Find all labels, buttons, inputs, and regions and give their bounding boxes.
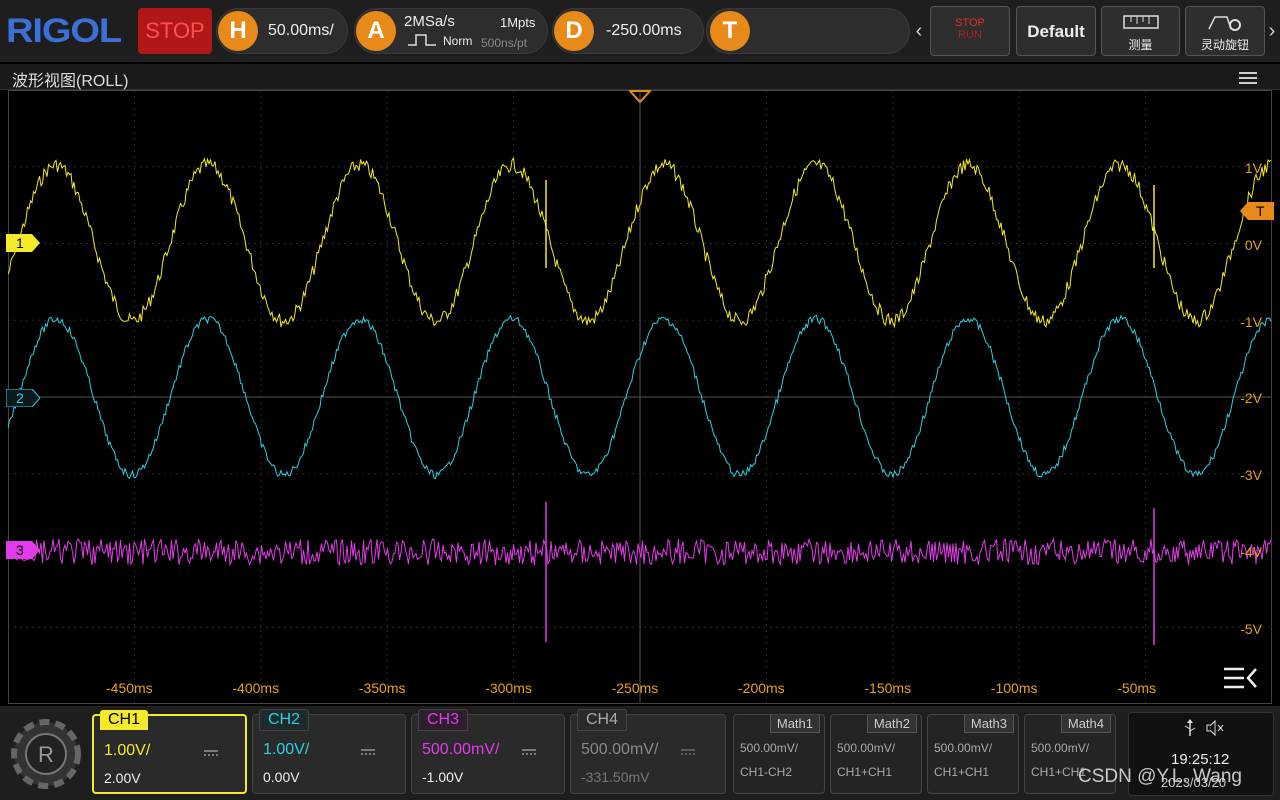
toolbar-scroll-left-icon[interactable]: ‹ <box>912 4 926 58</box>
ch2-scale: 1.00V/ <box>263 741 310 758</box>
collapse-menu-icon[interactable] <box>1222 664 1260 692</box>
math4-scale: 500.00mV/ <box>1031 741 1090 755</box>
waveform-display[interactable] <box>7 89 1273 705</box>
run-label: RUN <box>958 29 982 41</box>
delay-icon: D <box>554 11 594 51</box>
timebase-value: 50.00ms/ <box>268 22 334 39</box>
sample-interval: 500ns/pt <box>481 36 528 50</box>
x-tick-label: -100ms <box>990 680 1038 696</box>
measure-button[interactable]: 测量 <box>1101 6 1180 56</box>
x-tick-label: -250ms <box>611 680 659 696</box>
ch3-box[interactable]: CH3 500.00mV/ -1.00V <box>411 709 565 794</box>
y-tick-label: -2V <box>1240 390 1262 407</box>
memory-depth: 1Mpts <box>500 15 536 30</box>
y-tick-label: 1V <box>1244 160 1262 176</box>
rigol-logo: RIGOL <box>6 12 122 50</box>
acquire-icon: A <box>356 11 396 51</box>
home-gear-icon[interactable]: R <box>8 714 86 794</box>
ch2-coupling-icon <box>361 743 375 761</box>
math4-tab: Math4 <box>1060 715 1111 733</box>
math3-tab: Math3 <box>963 715 1014 733</box>
waveform-window-header <box>0 64 1280 90</box>
ch1-level-marker[interactable]: 1 <box>6 234 40 252</box>
math2-scale: 500.00mV/ <box>837 741 896 755</box>
y-tick-label: -4V <box>1240 543 1262 560</box>
measure-label: 测量 <box>1128 38 1153 52</box>
ch1-coupling-icon <box>204 744 218 762</box>
x-tick-label: -300ms <box>485 680 532 696</box>
y-tick-label: -1V <box>1240 313 1262 330</box>
knob-gear-icon <box>1208 16 1241 31</box>
ch3-tab: CH3 <box>418 709 469 731</box>
ch1-offset: 2.00V <box>104 770 141 786</box>
acquire-mode-icon <box>408 33 438 47</box>
ch2-tab: CH2 <box>259 709 310 731</box>
math3-expr: CH1+CH1 <box>934 765 990 779</box>
y-tick-label: -5V <box>1240 620 1262 637</box>
waveform-window-title: 波形视图(ROLL) <box>12 73 129 90</box>
math3-scale: 500.00mV/ <box>934 741 993 755</box>
math2-tab: Math2 <box>866 715 917 733</box>
x-tick-label: -350ms <box>358 680 406 696</box>
stop-run-button[interactable]: STOP RUN <box>930 6 1010 56</box>
math1-scale: 500.00mV/ <box>740 741 799 755</box>
delay-offset: -250.00ms <box>606 22 682 39</box>
ch1-tab: CH1 <box>100 710 149 730</box>
trigger-level-marker[interactable]: T <box>1240 202 1274 220</box>
toolbar-scroll-right-icon[interactable]: › <box>1265 4 1279 58</box>
ch3-offset: -1.00V <box>422 769 464 785</box>
math1-tab: Math1 <box>769 715 820 733</box>
ch4-offset: -331.50mV <box>581 769 650 785</box>
horizontal-icon: H <box>218 11 258 51</box>
ch4-tab: CH4 <box>577 709 628 731</box>
x-tick-label: -450ms <box>106 680 153 696</box>
math2-box[interactable]: Math2 500.00mV/ CH1+CH1 <box>830 714 922 794</box>
default-button[interactable]: Default <box>1016 6 1096 56</box>
knob-button[interactable]: 灵动旋钮 <box>1185 6 1265 56</box>
stop-label: STOP <box>955 17 985 29</box>
ch2-level-marker[interactable]: 2 <box>5 388 41 408</box>
sample-rate: 2MSa/s <box>404 13 455 30</box>
ch3-scale: 500.00mV/ <box>422 741 500 758</box>
ch4-box[interactable]: CH4 500.00mV/ -331.50mV <box>570 709 726 794</box>
y-tick-label: 0V <box>1244 236 1262 253</box>
y-tick-label: -3V <box>1240 467 1262 483</box>
ch1-box[interactable]: CH1 1.00V/ 2.00V <box>92 710 247 794</box>
x-tick-label: -150ms <box>864 680 912 696</box>
ch4-coupling-icon <box>681 743 695 761</box>
math3-box[interactable]: Math3 500.00mV/ CH1+CH1 <box>927 714 1019 794</box>
math2-expr: CH1+CH1 <box>837 765 893 779</box>
watermark: CSDN @Y.L. Wang <box>1078 766 1242 787</box>
x-tick-label: -200ms <box>738 680 785 696</box>
usb-icon <box>1183 719 1197 737</box>
speaker-muted-icon[interactable] <box>1205 719 1225 737</box>
acquire-mode: Norm <box>443 34 473 48</box>
ch1-scale: 1.00V/ <box>104 742 151 759</box>
x-tick-label: -400ms <box>232 680 280 696</box>
knob-label: 灵动旋钮 <box>1200 38 1249 52</box>
window-menu-icon[interactable] <box>1238 70 1258 86</box>
run-state-indicator[interactable]: STOP <box>138 8 212 54</box>
waveform-canvas <box>7 89 1273 705</box>
ch3-coupling-icon <box>522 743 536 761</box>
trigger-icon: T <box>710 11 750 51</box>
svg-text:R: R <box>38 742 54 767</box>
ch2-box[interactable]: CH2 1.00V/ 0.00V <box>252 709 406 794</box>
math1-expr: CH1-CH2 <box>740 765 793 779</box>
ch2-offset: 0.00V <box>263 769 300 785</box>
ch3-level-marker[interactable]: 3 <box>6 541 40 559</box>
trigger-position-marker[interactable] <box>627 90 653 104</box>
ch4-scale: 500.00mV/ <box>581 741 659 758</box>
math1-box[interactable]: Math1 500.00mV/ CH1-CH2 <box>733 714 825 794</box>
ruler-icon <box>1122 15 1159 29</box>
x-tick-label: -50ms <box>1117 680 1157 696</box>
